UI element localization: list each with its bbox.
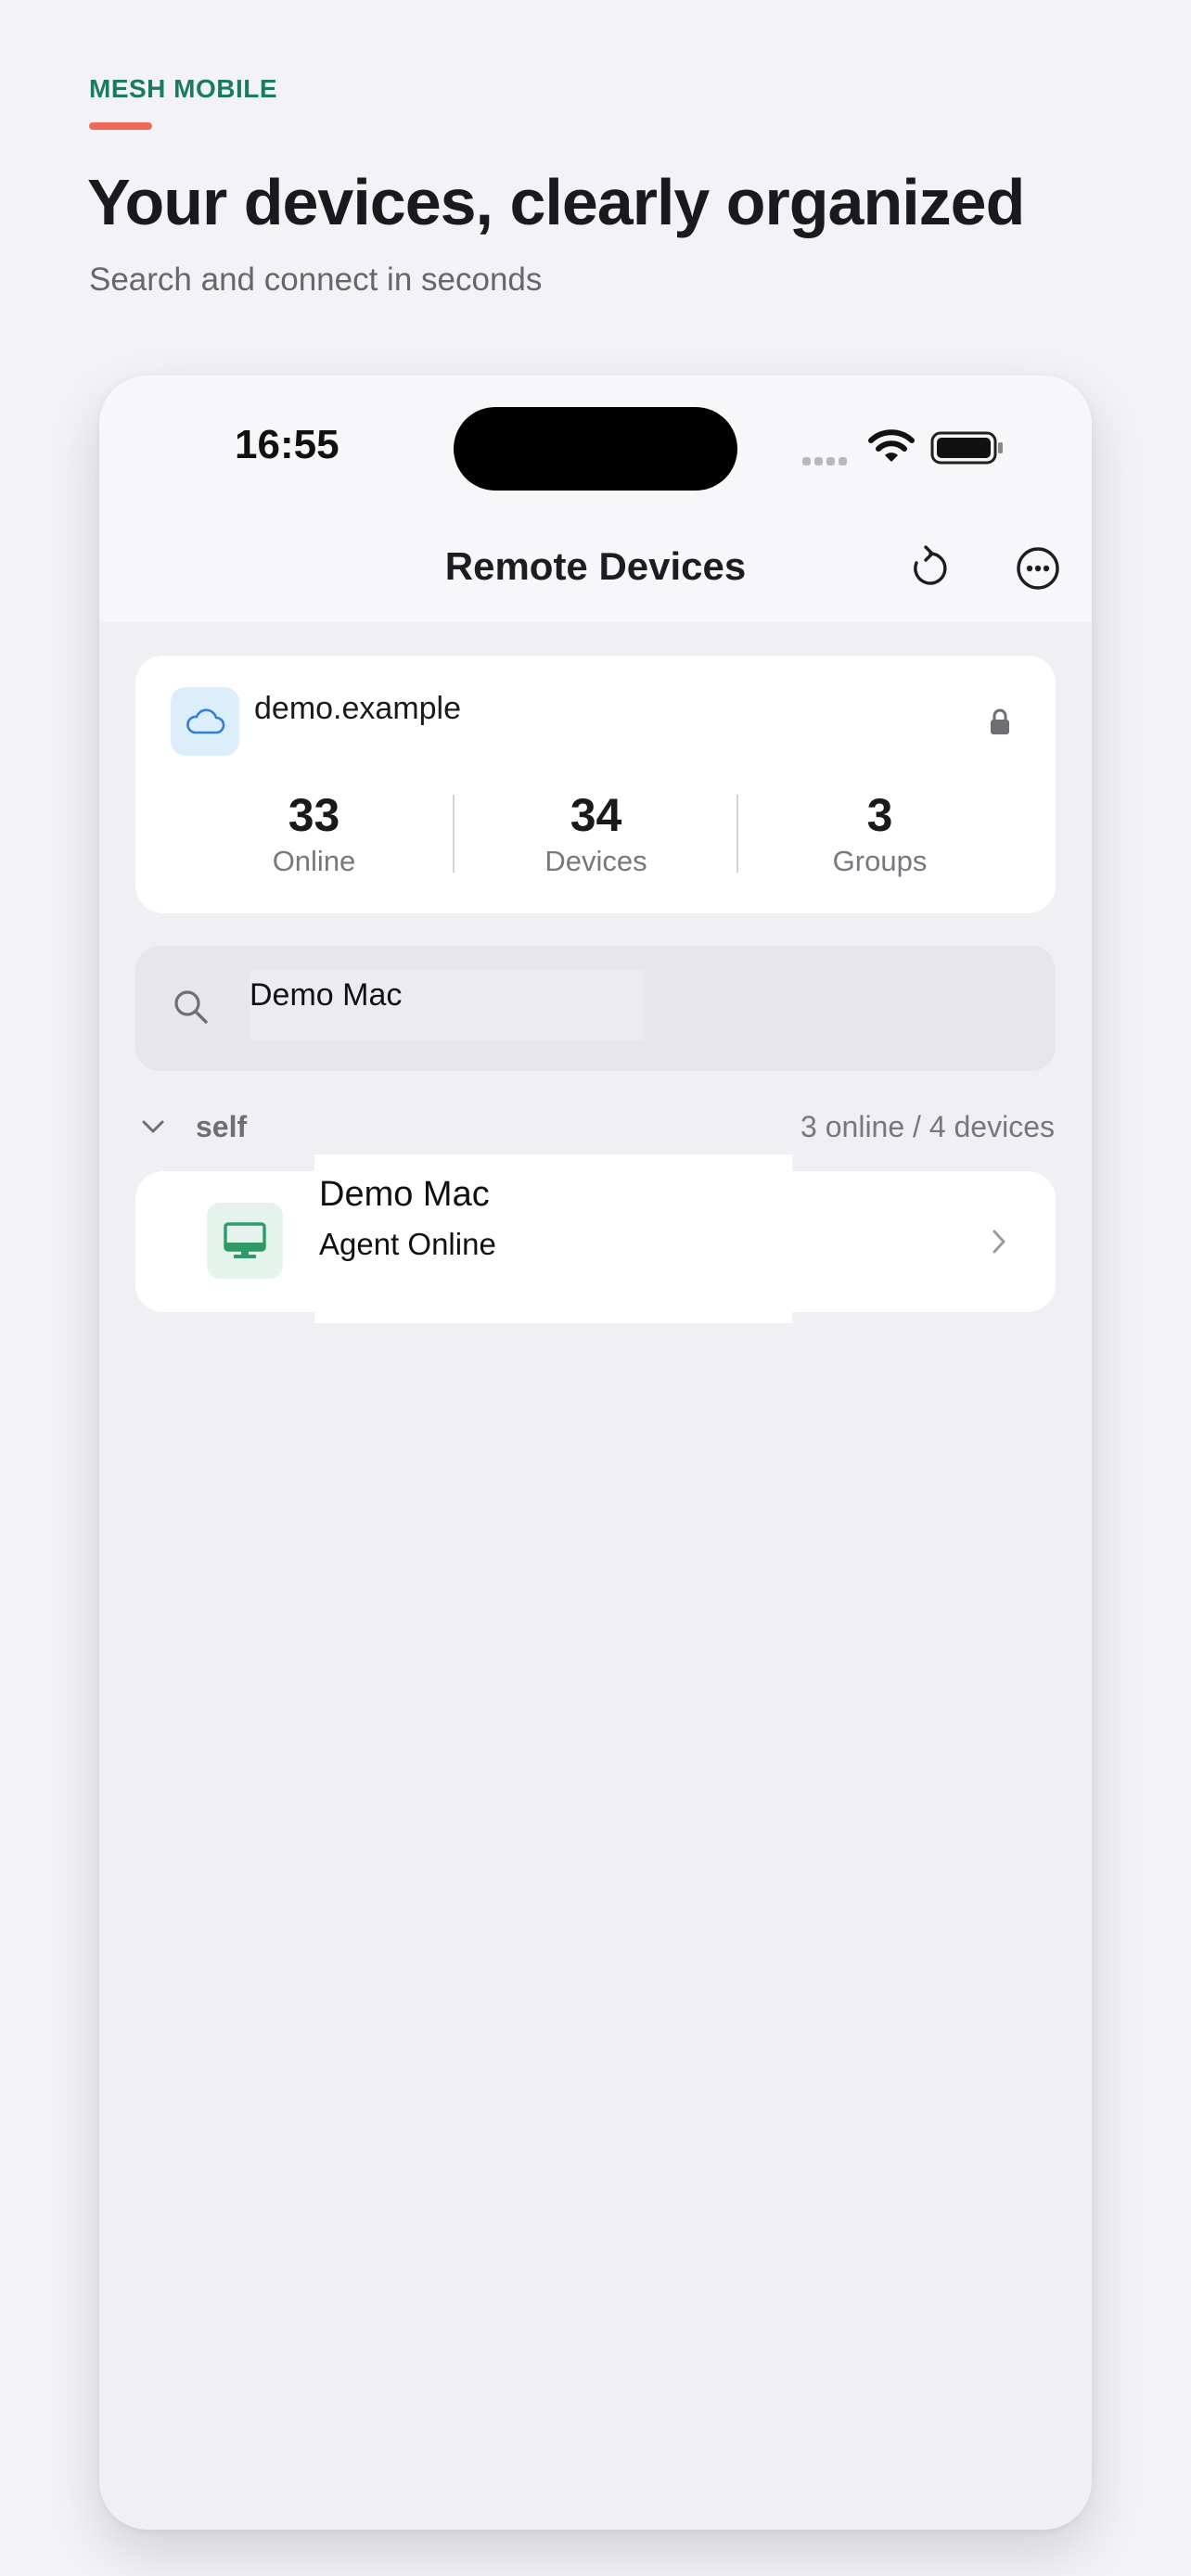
server-name: demo.example bbox=[254, 691, 462, 726]
phone-frame: 16:55 Remote Devices demo.example 33 Onl… bbox=[99, 376, 1092, 2530]
eyebrow-label: MESH MOBILE bbox=[89, 74, 278, 103]
stat-devices-label: Devices bbox=[544, 845, 647, 877]
wifi-icon bbox=[867, 428, 916, 470]
signal-icon bbox=[802, 453, 851, 470]
refresh-icon bbox=[914, 545, 947, 585]
stat-groups-value: 3 bbox=[866, 789, 893, 841]
headline: Your devices, clearly organized bbox=[87, 166, 1025, 238]
stat-groups-label: Groups bbox=[832, 845, 928, 877]
desktop-icon bbox=[224, 1222, 266, 1258]
battery-icon bbox=[930, 431, 1005, 469]
device-name: Demo Mac bbox=[319, 1175, 490, 1214]
stat-groups: 3 Groups bbox=[738, 789, 1021, 878]
chevron-down-icon bbox=[140, 1117, 166, 1141]
dynamic-island bbox=[454, 407, 737, 491]
refresh-button[interactable] bbox=[904, 542, 956, 594]
group-name: self bbox=[196, 1110, 248, 1143]
search-bar[interactable] bbox=[135, 946, 1056, 1071]
device-status: Agent Online bbox=[319, 1227, 496, 1261]
cloud-icon bbox=[186, 708, 225, 734]
stat-devices: 34 Devices bbox=[455, 789, 737, 878]
stat-online-label: Online bbox=[272, 845, 356, 877]
search-input[interactable] bbox=[250, 970, 644, 1040]
lock-icon bbox=[989, 708, 1011, 740]
group-count: 3 online / 4 devices bbox=[800, 1110, 1055, 1143]
subheadline: Search and connect in seconds bbox=[89, 261, 543, 298]
more-button[interactable] bbox=[1012, 542, 1064, 594]
server-card: demo.example 33 Online 34 Devices 3 Grou… bbox=[135, 656, 1056, 913]
eyebrow-accent-bar bbox=[89, 122, 152, 130]
cloud-icon-tile bbox=[171, 687, 239, 756]
search-icon bbox=[171, 987, 211, 1032]
group-header-self[interactable]: self 3 online / 4 devices bbox=[140, 1108, 1055, 1149]
status-time: 16:55 bbox=[235, 422, 339, 467]
chevron-right-icon bbox=[990, 1227, 1008, 1261]
stat-online: 33 Online bbox=[173, 789, 455, 878]
stat-online-value: 33 bbox=[288, 789, 340, 841]
desktop-icon-tile bbox=[207, 1203, 283, 1279]
more-icon bbox=[1017, 547, 1059, 590]
stat-devices-value: 34 bbox=[570, 789, 622, 841]
